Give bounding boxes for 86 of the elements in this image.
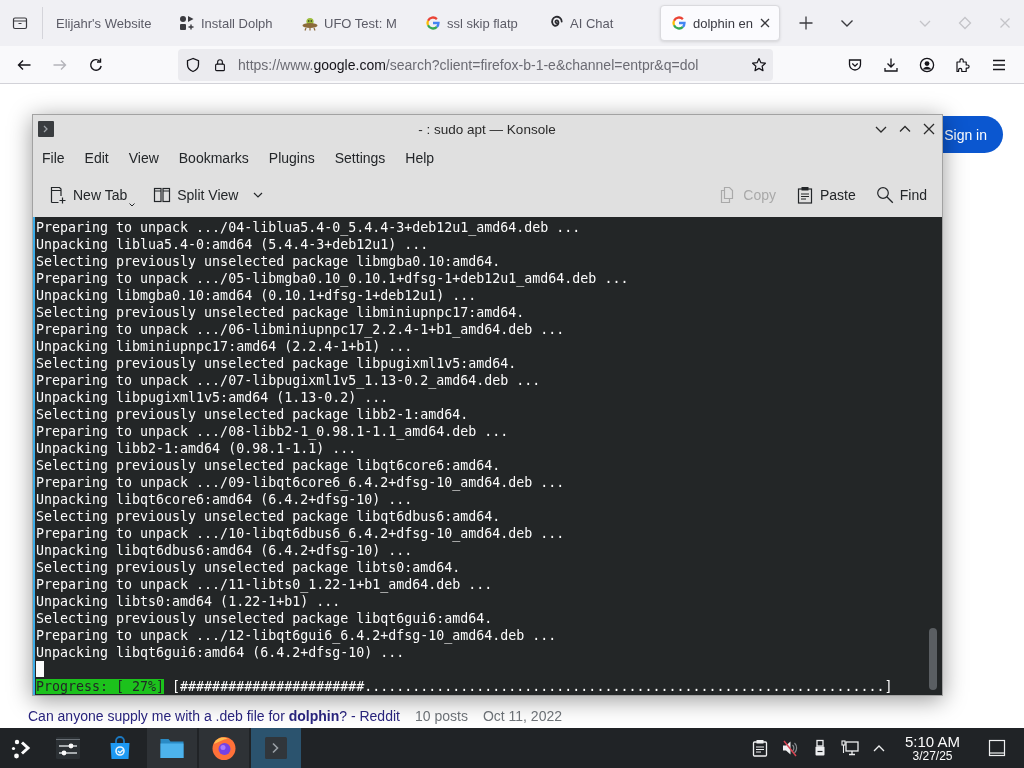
close-icon[interactable] <box>759 17 771 29</box>
shapes-icon <box>179 15 195 31</box>
g-logo-icon <box>425 15 441 31</box>
terminal-line: Selecting previously unselected package libqt6core6:amd64. <box>36 457 502 474</box>
shield-icon[interactable] <box>185 56 201 73</box>
account-icon[interactable] <box>919 56 935 73</box>
browser-tab[interactable]: dolphin en <box>660 5 780 41</box>
window-title: - : sudo apt — Konsole <box>418 121 556 137</box>
terminal-line: Preparing to unpack .../08-libb2-1_0.98.1-1.1_amd64.deb ... <box>36 423 510 440</box>
terminal-line: Selecting previously unselected package libpugixml1v5:amd64. <box>36 355 518 372</box>
terminal-line: Unpacking libmgba0.10:amd64 (0.10.1+dfsg-1+deb12u1) ... <box>36 287 478 304</box>
terminal-line: Selecting previously unselected package libmgba0.10:amd64. <box>36 253 502 270</box>
browser-icon <box>211 735 237 761</box>
taskbar-app-button[interactable] <box>199 728 249 768</box>
terminal-line: Preparing to unpack .../09-libqt6core6_6.4.2+dfsg-10_amd64.deb ... <box>36 474 566 491</box>
tab-overview-icon[interactable] <box>12 15 28 31</box>
muted-speaker-icon[interactable] <box>780 739 799 757</box>
search-icon <box>875 186 894 204</box>
terminal-line: Preparing to unpack .../11-libts0_1.22-1+b1_amd64.deb ... <box>36 576 494 593</box>
menu-item[interactable]: Edit <box>84 150 109 166</box>
menu-item[interactable]: File <box>42 150 65 166</box>
progress-bar-text: [#######################.................................................................] <box>172 679 893 694</box>
terminal-app-icon <box>38 121 54 137</box>
terminal-line: Unpacking libqt6dbus6:amd64 (6.4.2+dfsg-10) ... <box>36 542 414 559</box>
split-view-button[interactable]: Split View <box>147 182 270 208</box>
address-bar[interactable]: https://www.google.com/search?client=firefox-b-1-e&channel=entpr&q=dol <box>178 48 773 81</box>
split-view-icon <box>153 186 172 204</box>
browser-tab[interactable]: Install Dolph <box>168 5 288 41</box>
clipboard-icon <box>795 186 814 204</box>
terminal-line: Preparing to unpack .../07-libpugixml1v5_1.13-0.2_amd64.deb ... <box>36 372 542 389</box>
pocket-icon[interactable] <box>847 56 863 73</box>
result-link[interactable]: Can anyone supply me with a .deb file for dolphin? - Reddit <box>28 708 400 724</box>
terminal-line: Unpacking libqt6gui6:amd64 (6.4.2+dfsg-10) ... <box>36 644 406 661</box>
terminal-line: Unpacking libminiupnpc17:amd64 (2.2.4-1+b1) ... <box>36 338 414 355</box>
sign-in-button[interactable]: Sign in <box>941 116 1003 153</box>
terminal-line: Unpacking libb2-1:amd64 (0.98.1-1.1) ... <box>36 440 358 457</box>
browser-tab[interactable]: AI Chat <box>537 5 657 41</box>
terminal-line: Preparing to unpack .../04-liblua5.4-0_5.4.4-3+deb12u1_amd64.deb ... <box>36 219 582 236</box>
network-icon[interactable] <box>840 739 859 757</box>
terminal-line: Unpacking libpugixml1v5:amd64 (1.13-0.2) ... <box>36 389 390 406</box>
taskbar-app-button[interactable] <box>147 728 197 768</box>
terminal-line: Selecting previously unselected package libqt6dbus6:amd64. <box>36 508 502 525</box>
menu-item[interactable]: View <box>128 150 159 166</box>
star-icon[interactable] <box>751 56 767 73</box>
scrollbar-thumb[interactable] <box>929 628 937 690</box>
terminal-line: Selecting previously unselected package libminiupnpc17:amd64. <box>36 304 526 321</box>
result-date: Oct 11, 2022 <box>482 708 563 724</box>
terminal-icon <box>263 735 289 761</box>
paste-button[interactable]: Paste <box>789 182 862 208</box>
new-tab-icon <box>49 186 67 204</box>
browser-tab[interactable]: Elijahr's Website <box>45 5 165 41</box>
terminal-line: Preparing to unpack .../12-libqt6gui6_6.4.2+dfsg-10_amd64.deb ... <box>36 627 558 644</box>
new-tab-button[interactable]: New Tab <box>43 182 142 208</box>
plus-icon[interactable] <box>798 15 814 31</box>
text-cursor <box>36 661 44 677</box>
ufo-icon <box>302 15 318 31</box>
terminal-line: Preparing to unpack .../05-libmgba0.10_0.10.1+dfsg-1+deb12u1_amd64.deb ... <box>36 270 630 287</box>
progress-label: Progress: [ 27%] <box>36 679 165 694</box>
reload-icon[interactable] <box>88 56 104 73</box>
terminal-line: Unpacking liblua5.4-0:amd64 (5.4.4-3+deb12u1) ... <box>36 236 430 253</box>
post-count: 10 posts <box>414 708 468 724</box>
find-button[interactable]: Find <box>869 182 933 208</box>
menu-item[interactable]: Plugins <box>268 150 315 166</box>
terminal-line: Unpacking libts0:amd64 (1.22-1+b1) ... <box>36 593 342 610</box>
show-desktop-icon[interactable] <box>988 739 1006 757</box>
clipboard-icon[interactable] <box>750 739 769 757</box>
g-logo-icon <box>671 15 687 31</box>
terminal-line: Selecting previously unselected package libqt6gui6:amd64. <box>36 610 494 627</box>
sliders-icon <box>55 735 81 761</box>
menu-item[interactable]: Settings <box>334 150 386 166</box>
download-icon[interactable] <box>883 56 899 73</box>
menu-item[interactable]: Bookmarks <box>178 150 249 166</box>
terminal-line: Preparing to unpack .../10-libqt6dbus6_6.4.2+dfsg-10_amd64.deb ... <box>36 525 566 542</box>
clock[interactable]: 5:10 AM 3/27/25 <box>904 734 960 762</box>
dropdown-caret-icon <box>129 203 136 207</box>
terminal-line: Unpacking libqt6core6:amd64 (6.4.2+dfsg-10) ... <box>36 491 414 508</box>
browser-tab[interactable]: UFO Test: M <box>291 5 411 41</box>
caret-icon <box>253 192 264 198</box>
terminal-line: Selecting previously unselected package libb2-1:amd64. <box>36 406 470 423</box>
browser-tab[interactable]: ssl skip flatp <box>414 5 534 41</box>
terminal-line: Selecting previously unselected package libts0:amd64. <box>36 559 462 576</box>
terminal-line: Preparing to unpack .../06-libminiupnpc17_2.2.4-1+b1_amd64.deb ... <box>36 321 566 338</box>
close-icon[interactable] <box>922 122 936 136</box>
puzzle-icon[interactable] <box>955 56 971 73</box>
lock-icon[interactable] <box>213 57 227 72</box>
menu-item[interactable]: Help <box>405 150 435 166</box>
